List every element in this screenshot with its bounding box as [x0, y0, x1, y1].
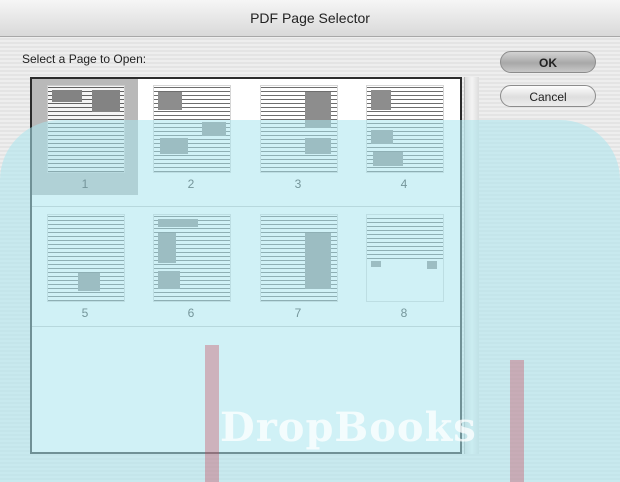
- page-thumbnail-7[interactable]: 7: [245, 208, 351, 324]
- cancel-button[interactable]: Cancel: [500, 85, 596, 107]
- page-number-label: 8: [400, 306, 408, 320]
- page-number-label: 3: [294, 177, 302, 191]
- page-preview-image: [366, 85, 444, 173]
- prompt-label: Select a Page to Open:: [22, 52, 147, 66]
- page-thumbnail-3[interactable]: 3: [245, 79, 351, 195]
- pdf-page-selector-dialog: PDF Page Selector Select a Page to Open:…: [0, 0, 620, 482]
- page-preview-image: [47, 214, 125, 302]
- page-number-label: 5: [81, 306, 89, 320]
- page-thumbnail-5[interactable]: 5: [32, 208, 138, 324]
- page-preview-image: [260, 85, 338, 173]
- page-preview-image: [153, 85, 231, 173]
- window-title: PDF Page Selector: [0, 0, 620, 37]
- page-preview-image: [153, 214, 231, 302]
- row-divider: [32, 326, 460, 327]
- watermark-bar: [510, 360, 524, 482]
- page-thumbnail-1[interactable]: 1: [32, 79, 138, 195]
- row-divider: [32, 206, 460, 207]
- ok-button[interactable]: OK: [500, 51, 596, 73]
- page-preview-image: [366, 214, 444, 302]
- page-thumbnail-2[interactable]: 2: [138, 79, 244, 195]
- page-thumbnail-6[interactable]: 6: [138, 208, 244, 324]
- page-number-label: 1: [81, 177, 89, 191]
- vertical-scrollbar[interactable]: [464, 77, 479, 454]
- page-number-label: 4: [400, 177, 408, 191]
- page-preview-image: [47, 85, 125, 173]
- page-preview-image: [260, 214, 338, 302]
- page-number-label: 7: [294, 306, 302, 320]
- page-number-label: 2: [187, 177, 195, 191]
- page-thumbnail-8[interactable]: 8: [351, 208, 457, 324]
- page-thumbnail-4[interactable]: 4: [351, 79, 457, 195]
- page-number-label: 6: [187, 306, 195, 320]
